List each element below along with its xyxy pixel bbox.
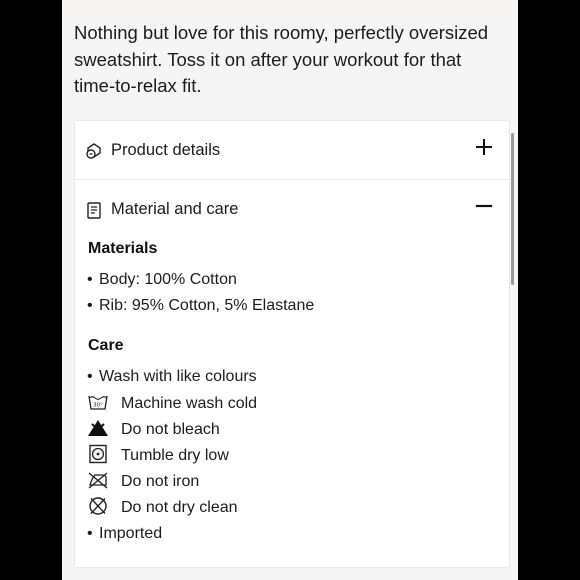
product-details-icon [86,143,101,159]
materials-title: Materials [88,240,158,257]
care-label-icon [87,202,101,219]
do-not-bleach-icon [88,420,108,436]
product-details-label: Product details [111,141,221,159]
materials-item-text: Body: 100% Cotton [99,271,237,288]
care-item: Do not dry clean [87,496,238,518]
care-item: Do not iron [87,470,199,492]
care-item-text: Imported [99,525,163,542]
care-item: Do not bleach [87,418,220,440]
scrollbar[interactable] [511,133,514,285]
details-accordion: Product details Material and care Materi… [74,120,510,568]
tumble-dry-low-icon [89,444,107,464]
care-item: Tumble dry low [87,444,229,466]
material-care-header[interactable]: Material and care [75,180,509,238]
care-item: 30° Machine wash cold [87,392,257,414]
materials-item: • Rib: 95% Cotton, 5% Elastane [87,295,314,317]
product-description: Nothing but love for this roomy, perfect… [74,22,489,96]
care-item-text: Do not dry clean [121,499,238,516]
svg-text:30°: 30° [93,403,103,409]
collapse-minus-icon[interactable] [473,195,495,217]
bullet: • [87,271,93,288]
care-item: • Imported [87,523,162,545]
do-not-dry-clean-icon [89,497,107,515]
materials-item: • Body: 100% Cotton [87,269,237,291]
care-item-text: Wash with like colours [99,368,257,385]
care-item-text: Do not bleach [121,421,220,438]
care-item-text: Machine wash cold [121,395,258,412]
materials-item-text: Rib: 95% Cotton, 5% Elastane [99,297,315,314]
care-item: • Wash with like colours [87,366,257,388]
care-title: Care [88,337,124,354]
bullet: • [87,297,93,314]
bullet: • [87,525,93,542]
product-image-edge [62,0,518,14]
care-item-text: Do not iron [121,473,200,490]
care-item-text: Tumble dry low [121,447,229,464]
bullet: • [87,368,93,385]
material-care-label: Material and care [111,200,239,218]
product-details-header[interactable]: Product details [75,121,509,179]
product-page: Nothing but love for this roomy, perfect… [62,0,518,580]
expand-plus-icon[interactable] [473,136,495,158]
machine-wash-cold-icon: 30° [88,395,108,410]
do-not-iron-icon [88,472,108,489]
